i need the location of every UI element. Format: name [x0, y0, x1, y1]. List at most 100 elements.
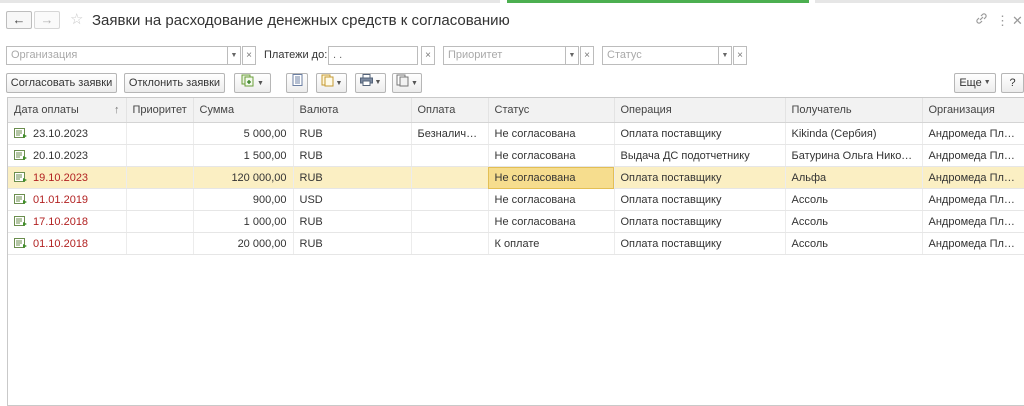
recipient-cell[interactable]: Kikinda (Сербия)	[785, 122, 923, 145]
amount-cell[interactable]: 120 000,00	[193, 166, 294, 189]
payment-type-cell[interactable]	[411, 166, 489, 189]
column-header-priority[interactable]: Приоритет	[126, 98, 194, 123]
operation-cell[interactable]: Оплата поставщику	[614, 166, 786, 189]
status-cell[interactable]: Не согласована	[488, 122, 615, 145]
payment-type-cell[interactable]	[411, 232, 489, 255]
link-icon[interactable]	[975, 12, 988, 30]
report-button[interactable]	[286, 73, 308, 93]
column-header-operation[interactable]: Операция	[614, 98, 786, 123]
organization-filter-input[interactable]: Организация	[6, 46, 228, 65]
recipient-cell[interactable]: Ассоль	[785, 188, 923, 211]
status-cell[interactable]: Не согласована	[488, 210, 615, 233]
recipient-cell[interactable]: Ассоль	[785, 210, 923, 233]
priority-cell[interactable]	[126, 210, 194, 233]
table-row[interactable]: 19.10.2023 120 000,00 RUB Не согласована Опл…	[8, 166, 1024, 189]
approve-requests-button[interactable]: Согласовать заявки	[6, 73, 117, 93]
organization-cell[interactable]: Андромеда Плюс	[922, 210, 1024, 233]
attachments-button[interactable]: ▼	[392, 73, 422, 93]
organization-cell[interactable]: Андромеда Плюс	[922, 188, 1024, 211]
priority-dropdown-button[interactable]: ▼	[566, 46, 579, 65]
table-row[interactable]: 17.10.2018 1 000,00 RUB Не согласована Оплат…	[8, 210, 1024, 233]
column-header-status[interactable]: Статус	[488, 98, 615, 123]
organization-cell[interactable]: Андромеда Плюс	[922, 166, 1024, 189]
status-cell[interactable]: Не согласована	[488, 144, 615, 167]
reject-requests-button[interactable]: Отклонить заявки	[124, 73, 225, 93]
payment-date-cell[interactable]: 20.10.2023	[8, 144, 127, 167]
priority-cell[interactable]	[126, 188, 194, 211]
organization-dropdown-button[interactable]: ▼	[228, 46, 241, 65]
status-cell[interactable]: К оплате	[488, 232, 615, 255]
recipient-cell[interactable]: Альфа	[785, 166, 923, 189]
amount-cell[interactable]: 20 000,00	[193, 232, 294, 255]
help-button[interactable]: ?	[1001, 73, 1024, 93]
column-header-amount[interactable]: Сумма	[193, 98, 294, 123]
date-filter-input[interactable]: . .	[328, 46, 418, 65]
operation-cell[interactable]: Оплата поставщику	[614, 122, 786, 145]
currency-cell[interactable]: RUB	[293, 166, 412, 189]
column-header-organization[interactable]: Организация	[922, 98, 1024, 123]
table-row[interactable]: 23.10.2023 5 000,00 RUB Безналичная Не согла…	[8, 122, 1024, 145]
status-dropdown-button[interactable]: ▼	[719, 46, 732, 65]
recipient-cell[interactable]: Батурина Ольга Никола...	[785, 144, 923, 167]
operation-cell[interactable]: Оплата поставщику	[614, 232, 786, 255]
more-options-icon[interactable]: ⋮	[996, 12, 1009, 30]
currency-cell[interactable]: RUB	[293, 122, 412, 145]
amount-cell[interactable]: 1 000,00	[193, 210, 294, 233]
operation-cell[interactable]: Оплата поставщику	[614, 188, 786, 211]
priority-cell[interactable]	[126, 232, 194, 255]
amount-cell[interactable]: 900,00	[193, 188, 294, 211]
priority-cell[interactable]	[126, 166, 194, 189]
active-tab-indicator[interactable]	[507, 0, 809, 3]
column-header-label: Дата оплаты	[14, 104, 79, 116]
forward-button[interactable]: →	[34, 11, 60, 29]
amount-cell[interactable]: 1 500,00	[193, 144, 294, 167]
print-button[interactable]: ▼	[355, 73, 386, 93]
payment-type-cell[interactable]	[411, 144, 489, 167]
organization-cell[interactable]: Андромеда Плюс	[922, 122, 1024, 145]
favorite-star-icon[interactable]: ☆	[70, 10, 83, 30]
organization-cell[interactable]: Андромеда Плюс	[922, 232, 1024, 255]
payment-type-cell[interactable]	[411, 210, 489, 233]
requests-table[interactable]: Дата оплаты ↑ Приоритет Сумма Валюта Опл…	[7, 97, 1024, 406]
priority-cell[interactable]	[126, 144, 194, 167]
payment-date-cell[interactable]: 01.01.2019	[8, 188, 127, 211]
status-filter-input[interactable]: Статус	[602, 46, 719, 65]
currency-cell[interactable]: USD	[293, 188, 412, 211]
column-header-recipient[interactable]: Получатель	[785, 98, 923, 123]
payment-type-cell[interactable]: Безналичная	[411, 122, 489, 145]
close-icon[interactable]: ✕	[1012, 12, 1023, 30]
status-cell[interactable]: Не согласована	[488, 188, 615, 211]
table-row[interactable]: 20.10.2023 1 500,00 RUB Не согласована Выдач…	[8, 144, 1024, 167]
recipient-cell[interactable]: Ассоль	[785, 232, 923, 255]
payment-date-cell[interactable]: 19.10.2023	[8, 166, 127, 189]
priority-cell[interactable]	[126, 122, 194, 145]
organization-cell[interactable]: Андромеда Плюс	[922, 144, 1024, 167]
operation-cell[interactable]: Оплата поставщику	[614, 210, 786, 233]
table-row[interactable]: 01.01.2019 900,00 USD Не согласована Оплата …	[8, 188, 1024, 211]
related-documents-button[interactable]: ▼	[316, 73, 347, 93]
status-cell[interactable]: Не согласована	[488, 166, 615, 189]
payment-type-cell[interactable]	[411, 188, 489, 211]
column-header-payment[interactable]: Оплата	[411, 98, 489, 123]
table-row[interactable]: 01.10.2018 20 000,00 RUB К оплате Оплата пос…	[8, 232, 1024, 255]
priority-clear-button[interactable]: ×	[580, 46, 594, 65]
organization-clear-button[interactable]: ×	[242, 46, 256, 65]
column-header-currency[interactable]: Валюта	[293, 98, 412, 123]
currency-cell[interactable]: RUB	[293, 232, 412, 255]
clear-icon: ×	[737, 50, 743, 61]
create-based-on-button[interactable]: ▼	[234, 73, 271, 93]
payment-date-cell[interactable]: 01.10.2018	[8, 232, 127, 255]
document-row-icon	[14, 194, 27, 205]
back-button[interactable]: ←	[6, 11, 32, 29]
more-button[interactable]: Еще ▼	[954, 73, 996, 93]
operation-cell[interactable]: Выдача ДС подотчетнику	[614, 144, 786, 167]
amount-cell[interactable]: 5 000,00	[193, 122, 294, 145]
payment-date-cell[interactable]: 17.10.2018	[8, 210, 127, 233]
column-header-payment-date[interactable]: Дата оплаты ↑	[8, 98, 127, 123]
currency-cell[interactable]: RUB	[293, 210, 412, 233]
currency-cell[interactable]: RUB	[293, 144, 412, 167]
date-clear-button[interactable]: ×	[421, 46, 435, 65]
status-clear-button[interactable]: ×	[733, 46, 747, 65]
priority-filter-input[interactable]: Приоритет	[443, 46, 566, 65]
payment-date-cell[interactable]: 23.10.2023	[8, 122, 127, 145]
